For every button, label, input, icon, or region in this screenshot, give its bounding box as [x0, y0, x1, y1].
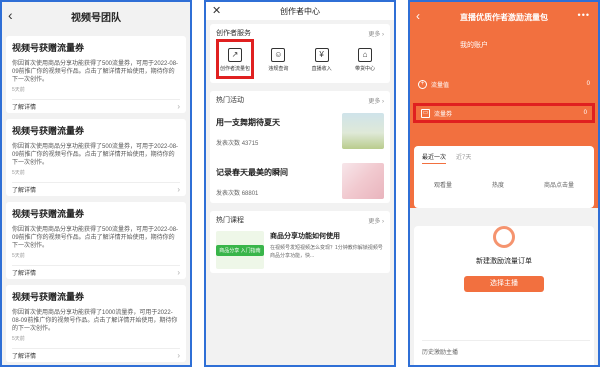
traffic-coupon-row[interactable]: ▭ 流量券 0: [413, 103, 595, 123]
courses-section: 热门课程 更多 › 商品分享 入门指南 商品分享功能如何使用 在视频号发短视频怎么…: [210, 211, 390, 273]
notifications-panel: ‹ 视频号团队 视频号获赠流量券 你因首次使用商品分享功能获得了500流量券，可…: [0, 0, 192, 367]
card-body: 你因首次使用商品分享功能获得了500流量券，可用于2022-08-09前推广你的…: [12, 227, 179, 249]
details-link[interactable]: 了解详情 ›: [12, 99, 180, 113]
card-title: 视频号获赠流量券: [12, 126, 85, 136]
card-title: 视频号获赠流量券: [12, 43, 85, 53]
store-icon: ⌂: [357, 48, 372, 62]
card-title: 视频号获赠流量券: [12, 292, 85, 302]
more-link[interactable]: 更多 ›: [368, 29, 384, 38]
row-label: 流量值: [431, 82, 450, 89]
details-label: 了解详情: [12, 188, 37, 194]
header: ‹ 视频号团队: [2, 2, 190, 30]
account-label: 我的账户: [460, 42, 488, 49]
service-label: 违规查询: [268, 66, 289, 72]
card-time: 5天前: [12, 336, 25, 342]
card-title: 视频号获赠流量券: [12, 209, 85, 219]
services-section: 创作者服务 更多 › ↗ 创作者流量包 ☺ 违规查询 ¥ 直播收入 ⌂ 带货中心: [210, 24, 390, 83]
empty-state-icon: [493, 226, 515, 248]
card-body: 你因首次使用商品分享功能获得了500流量券，可用于2022-08-09前推广你的…: [12, 144, 179, 166]
metric-clicks: 商品点击量: [543, 183, 574, 189]
money-icon: ¥: [314, 48, 329, 62]
message-card: 视频号获赠流量券 你因首次使用商品分享功能获得了500流量券，可用于2022-0…: [6, 36, 186, 113]
chevron-right-icon: ›: [177, 102, 180, 111]
page-title: 视频号团队: [71, 12, 121, 24]
chevron-right-icon: ›: [177, 185, 180, 194]
service-label: 带货中心: [354, 66, 375, 72]
activity-item[interactable]: 记录春天最美的瞬间 发表次数 68801: [216, 163, 384, 199]
coupon-icon: ▭: [421, 108, 430, 118]
section-title: 创作者服务: [216, 30, 251, 37]
card-body: 你因首次使用商品分享功能获得了500流量券，可用于2022-08-09前推广你的…: [12, 61, 179, 83]
course-item[interactable]: 商品分享 入门指南 商品分享功能如何使用 在视频号发短视频怎么变现？1分钟教你解…: [216, 231, 384, 269]
service-label: 创作者流量包: [219, 66, 250, 72]
traffic-value-row[interactable]: + 流量值 0: [410, 74, 598, 94]
activity-image: [342, 163, 384, 199]
service-live-income[interactable]: ¥ 直播收入: [303, 48, 341, 79]
more-link[interactable]: 更多 ›: [368, 216, 384, 225]
details-label: 了解详情: [12, 105, 37, 111]
row-label: 流量券: [434, 111, 453, 118]
card-time: 5天前: [12, 253, 25, 259]
activities-section: 热门活动 更多 › 用一支舞期待夏天 发表次数 43715 记录春天最美的瞬间 发…: [210, 91, 390, 203]
traffic-package-panel: ‹ 直播优质作者激励流量包 ••• 我的账户 + 流量值 0 ▭ 流量券 0 最近一…: [408, 0, 600, 367]
service-traffic-package[interactable]: ↗ 创作者流量包: [216, 39, 254, 79]
activity-item[interactable]: 用一支舞期待夏天 发表次数 43715: [216, 113, 384, 149]
tab-7days[interactable]: 近7天: [456, 152, 471, 164]
service-sales-center[interactable]: ⌂ 带货中心: [346, 48, 384, 79]
section-title: 热门活动: [216, 97, 244, 104]
metric-views: 观看量: [433, 183, 452, 189]
order-section: 新建激励流量订单 选择主播 历史激励主播: [414, 226, 594, 365]
stats-card: 最近一次 近7天 观看量 热度 商品点击量: [414, 146, 594, 208]
service-violation-query[interactable]: ☺ 违规查询: [259, 48, 297, 79]
plus-circle-icon: +: [418, 79, 427, 89]
chevron-right-icon: ›: [177, 351, 180, 360]
details-link[interactable]: 了解详情 ›: [12, 348, 180, 362]
back-icon[interactable]: ‹: [416, 9, 420, 23]
metric-heat: 热度: [491, 183, 504, 189]
chart-icon: ↗: [228, 48, 242, 62]
card-time: 5天前: [12, 170, 25, 176]
course-desc: 在视频号发短视频怎么变现？1分钟教你解锁视频号商品分享功能，快...: [270, 245, 383, 259]
page-title: 创作者中心: [280, 6, 320, 16]
details-link[interactable]: 了解详情 ›: [12, 265, 180, 279]
close-icon[interactable]: ✕: [212, 4, 221, 17]
service-label: 直播收入: [311, 66, 332, 72]
row-value: 0: [586, 81, 590, 87]
header: ✕ 创作者中心: [206, 2, 394, 20]
select-streamer-button[interactable]: 选择主播: [464, 276, 544, 292]
tab-recent[interactable]: 最近一次: [422, 152, 447, 164]
activity-title: 记录春天最美的瞬间: [216, 168, 288, 177]
details-label: 了解详情: [12, 271, 37, 277]
section-title: 热门课程: [216, 217, 244, 224]
card-body: 你因首次使用商品分享功能获得了1000流量券，可用于2022-08-09前推广你…: [12, 310, 178, 332]
creator-center-panel: ✕ 创作者中心 创作者服务 更多 › ↗ 创作者流量包 ☺ 违规查询 ¥ 直播收入…: [204, 0, 396, 367]
activity-stat: 发表次数 43715: [216, 141, 259, 147]
page-title: 直播优质作者激励流量包: [460, 12, 548, 22]
new-order-title: 新建激励流量订单: [476, 258, 532, 265]
message-card: 视频号获赠流量券 你因首次使用商品分享功能获得了500流量券，可用于2022-0…: [6, 202, 186, 279]
more-icon[interactable]: •••: [578, 10, 590, 20]
message-card: 视频号获赠流量券 你因首次使用商品分享功能获得了500流量券，可用于2022-0…: [6, 119, 186, 196]
row-value: 0: [583, 110, 587, 116]
details-label: 了解详情: [12, 354, 37, 360]
activity-title: 用一支舞期待夏天: [216, 118, 280, 127]
more-link[interactable]: 更多 ›: [368, 96, 384, 105]
account-header: ‹ 直播优质作者激励流量包 ••• 我的账户 + 流量值 0 ▭ 流量券 0 最近一…: [410, 2, 598, 208]
history-label[interactable]: 历史激励主播: [422, 340, 590, 356]
user-icon: ☺: [271, 48, 286, 62]
chevron-right-icon: ›: [177, 268, 180, 277]
message-card: 视频号获赠流量券 你因首次使用商品分享功能获得了1000流量券，可用于2022-…: [6, 285, 186, 362]
back-icon[interactable]: ‹: [8, 7, 13, 23]
header: ‹ 直播优质作者激励流量包 •••: [410, 2, 598, 32]
activity-stat: 发表次数 68801: [216, 191, 259, 197]
card-time: 5天前: [12, 87, 25, 93]
course-title: 商品分享功能如何使用: [270, 233, 340, 240]
course-thumbnail: 商品分享 入门指南: [216, 231, 264, 269]
details-link[interactable]: 了解详情 ›: [12, 182, 180, 196]
activity-image: [342, 113, 384, 149]
